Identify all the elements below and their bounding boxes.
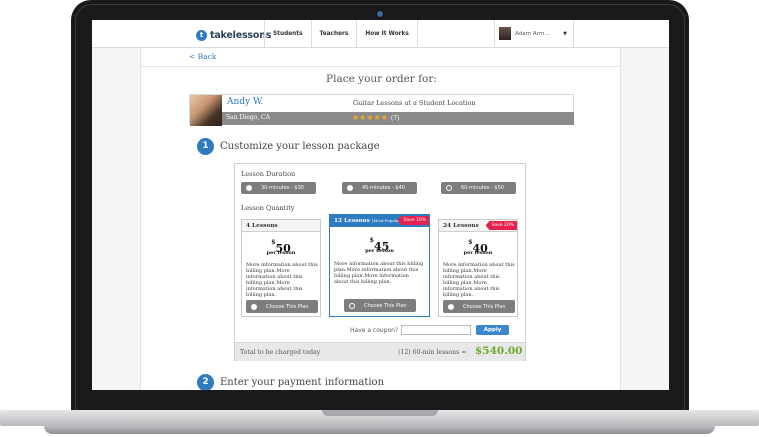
duration-option-label: 30-minutes - $30 (261, 185, 304, 191)
coupon-input[interactable] (401, 325, 471, 335)
total-amount: $540.00 (475, 345, 523, 357)
takelessons-logo-icon: t (196, 29, 207, 41)
step-title: Customize your lesson package (220, 141, 380, 152)
teacher-name[interactable]: Andy W. (227, 97, 264, 107)
duration-label: Lesson Duration (241, 170, 296, 178)
most-popular-tag: (Most Popular) (371, 218, 402, 223)
choose-plan-button[interactable]: Choose This Plan (443, 300, 515, 313)
duration-option-label: 45-minutes - $40 (362, 185, 405, 191)
plan-card-12-lessons: 12 Lessons (Most Popular) Save 10% $45 p… (329, 214, 430, 317)
radio-icon (448, 303, 454, 310)
plan-title-text: 24 Lessons (443, 223, 479, 229)
plan-title: 4 Lessons (242, 220, 320, 232)
plan-title-text: 4 Lessons (246, 223, 278, 229)
star-icon: ★ (373, 113, 381, 122)
plan-card-24-lessons: 24 Lessons Save 20% $40 per lesson More … (438, 219, 518, 317)
user-menu[interactable]: Adam Arm... ▼ (494, 20, 574, 47)
avatar (499, 27, 511, 40)
back-link[interactable]: < Back (189, 52, 216, 61)
top-navbar: t takelessons Students Teachers How It W… (92, 20, 669, 48)
webcam-icon (377, 11, 383, 17)
duration-option-label: 60-minutes - $50 (461, 185, 504, 191)
plan-description: More information about this billing plan… (443, 262, 515, 298)
currency-symbol: $ (271, 239, 276, 246)
total-bar: Total to be charged today (12) 60-min le… (235, 342, 525, 361)
step-title: Enter your payment information (220, 377, 385, 388)
choose-plan-label: Choose This Plan (463, 303, 506, 310)
duration-option-60[interactable]: 60-minutes - $50 (441, 182, 516, 194)
star-icon: ★ (359, 113, 367, 122)
star-icon: ★ (380, 113, 388, 122)
star-icon: ★ (352, 113, 360, 122)
lesson-package-panel: Lesson Duration 30-minutes - $30 45-minu… (234, 163, 526, 361)
radio-icon (246, 185, 252, 191)
apply-coupon-button[interactable]: Apply (476, 325, 509, 335)
duration-option-45[interactable]: 45-minutes - $40 (342, 182, 417, 194)
nav-link-students[interactable]: Students (264, 20, 311, 47)
sub-header: < Back (141, 48, 622, 67)
choose-plan-button[interactable]: Choose This Plan (344, 299, 416, 312)
step-number: 2 (197, 374, 214, 390)
screen: t takelessons Students Teachers How It W… (92, 20, 669, 390)
star-icon: ★ (366, 113, 374, 122)
per-lesson-label: per lesson (463, 250, 493, 256)
nav-links: Students Teachers How It Works (264, 20, 418, 47)
coupon-label: Have a coupon? (350, 327, 399, 334)
teacher-photo (190, 95, 222, 126)
save-badge: Save 20% (485, 221, 517, 230)
caret-down-icon: ▼ (563, 30, 567, 37)
save-badge: Save 10% (397, 216, 429, 225)
review-count: (7) (390, 114, 400, 122)
choose-plan-label: Choose This Plan (266, 303, 309, 310)
user-name: Adam Arm... (515, 30, 550, 37)
laptop-notch (322, 410, 438, 416)
teacher-location: San Diego, CA (226, 114, 270, 121)
choose-plan-label: Choose This Plan (364, 302, 407, 309)
teacher-card: Andy W. Guitar Lessons at a Student Loca… (189, 94, 574, 126)
plan-description: More information about this billing plan… (334, 261, 424, 285)
page-title: Place your order for: (326, 73, 437, 85)
nav-link-teachers[interactable]: Teachers (310, 20, 357, 47)
quantity-label: Lesson Quantity (241, 204, 295, 212)
radio-icon (251, 303, 257, 310)
brand-name: takelessons (210, 29, 272, 41)
per-lesson-label: per lesson (266, 250, 296, 256)
teacher-info-bar: San Diego, CA ★ ★ ★ ★ ★ (7) (222, 112, 574, 125)
plan-card-4-lessons: 4 Lessons $50 per lesson More informatio… (241, 219, 321, 317)
radio-icon (347, 185, 353, 191)
duration-option-30[interactable]: 30-minutes - $30 (241, 182, 316, 194)
total-label: Total to be charged today (240, 349, 321, 356)
lesson-type: Guitar Lessons at a Student Location (353, 99, 476, 107)
plan-description: More information about this billing plan… (246, 262, 318, 298)
laptop-foot (44, 426, 715, 434)
radio-icon (349, 302, 355, 309)
radio-selected-icon (446, 185, 452, 191)
total-description: (12) 60-min lessons = (398, 349, 467, 356)
main-content: < Back Place your order for: Andy W. Gui… (140, 48, 622, 390)
currency-symbol: $ (369, 237, 374, 244)
rating-stars: ★ ★ ★ ★ ★ (7) (352, 113, 399, 123)
choose-plan-button[interactable]: Choose This Plan (246, 300, 318, 313)
nav-link-how-it-works[interactable]: How It Works (356, 20, 418, 47)
currency-symbol: $ (468, 239, 473, 246)
plan-title-text: 12 Lessons (334, 218, 370, 224)
brand-logo[interactable]: t takelessons (196, 28, 271, 42)
step-number: 1 (197, 138, 214, 155)
per-lesson-label: per lesson (365, 248, 394, 254)
